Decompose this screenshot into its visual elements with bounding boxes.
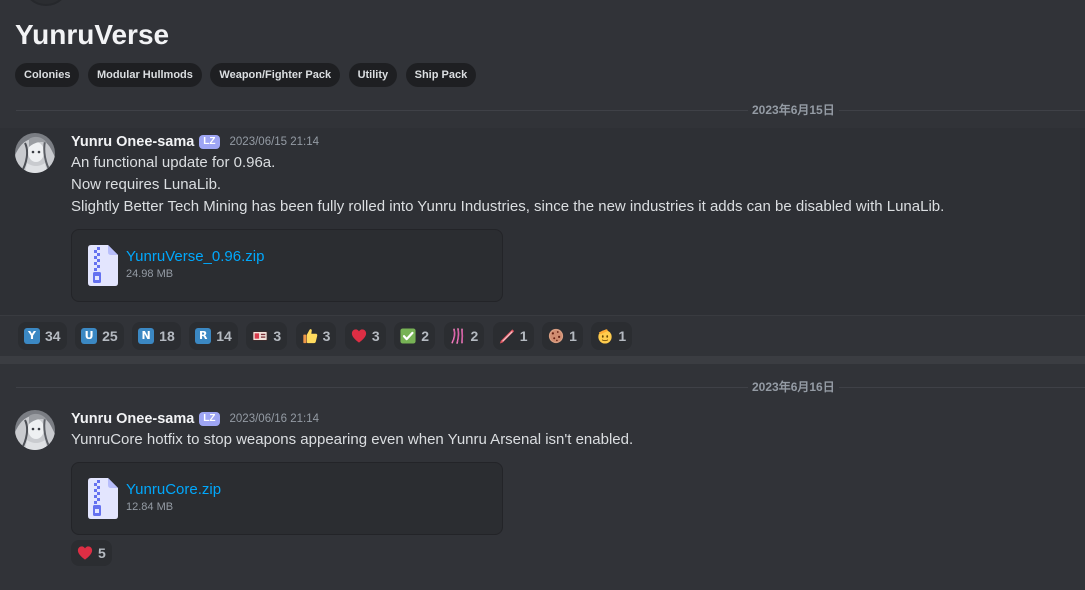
- zip-file-icon: [88, 245, 118, 286]
- reaction-count: 14: [216, 328, 232, 344]
- file-size: 24.98 MB: [126, 268, 174, 280]
- reaction-bar: 5: [71, 540, 112, 566]
- thread-owner-avatar: [22, 0, 70, 6]
- reaction-count: 5: [98, 545, 106, 561]
- reaction-count: 1: [519, 328, 528, 344]
- check-mark-icon: [400, 328, 416, 344]
- heart-icon: [77, 545, 93, 561]
- message-line: Now requires LunaLib.: [71, 176, 222, 193]
- starter-separator: [0, 356, 1085, 364]
- message: Yunru Onee-sama LZ 2023/06/16 21:14 Yunr…: [0, 405, 1085, 575]
- zip-file-icon: [88, 478, 118, 519]
- reaction-regional-indicator-r[interactable]: R 14: [189, 322, 238, 350]
- message-content: YunruCore hotfix to stop weapons appeari…: [71, 429, 633, 451]
- reaction-regional-indicator-u[interactable]: U 25: [75, 322, 124, 350]
- thread-title: YunruVerse: [15, 19, 170, 50]
- reaction-heart[interactable]: 5: [71, 540, 112, 566]
- thread-tags: Colonies Modular Hullmods Weapon/Fighter…: [15, 63, 477, 87]
- date-divider-label: 2023年6月15日: [748, 102, 839, 118]
- message-header: Yunru Onee-sama LZ 2023/06/16 21:14: [71, 409, 319, 429]
- file-download-link[interactable]: YunruVerse_0.96.zip: [126, 247, 264, 267]
- author-name[interactable]: Yunru Onee-sama: [71, 409, 194, 429]
- file-attachment: YunruVerse_0.96.zip 24.98 MB: [71, 229, 503, 302]
- regional-indicator-y-icon: Y: [24, 328, 40, 344]
- cookie-icon: [548, 328, 564, 344]
- reaction-heart[interactable]: 3: [344, 322, 386, 350]
- tag-utility[interactable]: Utility: [348, 63, 398, 87]
- reaction-regional-indicator-y[interactable]: Y 34: [18, 322, 67, 350]
- message-line: An functional update for 0.96a.: [71, 154, 276, 171]
- regional-indicator-n-icon: N: [138, 328, 155, 344]
- file-size: 12.84 MB: [126, 501, 174, 513]
- reaction-count: 3: [371, 328, 380, 344]
- claw-marks-icon: [450, 328, 466, 344]
- reaction-count: 3: [322, 328, 331, 344]
- message-content: An functional update for 0.96a. Now requ…: [71, 152, 944, 218]
- reaction-count: 3: [273, 328, 282, 344]
- role-badge: LZ: [199, 135, 220, 149]
- date-divider-label: 2023年6月16日: [748, 379, 839, 395]
- reaction-count: 34: [45, 328, 61, 344]
- reaction-count: 2: [470, 328, 479, 344]
- regional-indicator-r-icon: R: [195, 328, 212, 344]
- saluting-face-icon: [597, 328, 613, 344]
- reaction-white-check-mark[interactable]: 2: [394, 322, 435, 350]
- reaction-count: 25: [102, 328, 118, 344]
- user-avatar[interactable]: [15, 133, 55, 173]
- tag-weapon-fighter-pack[interactable]: Weapon/Fighter Pack: [210, 63, 341, 87]
- reaction-bar: Y 34 U 25 N 18 R 14 3 3 3 2 2 1 1 1: [18, 322, 633, 350]
- regional-indicator-u-icon: U: [81, 328, 98, 344]
- message-line: YunruCore hotfix to stop weapons appeari…: [71, 431, 634, 448]
- thumbs-up-icon: [302, 328, 318, 344]
- user-avatar[interactable]: [15, 410, 55, 450]
- tag-colonies[interactable]: Colonies: [15, 63, 80, 87]
- custom-emoji-banner-icon: [252, 328, 268, 344]
- tag-ship-pack[interactable]: Ship Pack: [405, 63, 477, 87]
- heart-icon: [351, 328, 367, 344]
- message-timestamp: 2023/06/16 21:14: [229, 413, 320, 425]
- reaction-custom-emoji-claw-marks[interactable]: 2: [443, 322, 485, 350]
- message-timestamp: 2023/06/15 21:14: [229, 136, 320, 148]
- file-attachment: YunruCore.zip 12.84 MB: [71, 462, 503, 535]
- reaction-thumbs-up[interactable]: 3: [295, 322, 337, 350]
- reaction-custom-emoji-slash[interactable]: 1: [492, 322, 534, 350]
- date-divider-line: [16, 387, 1085, 388]
- message-line: Slightly Better Tech Mining has been ful…: [71, 198, 945, 215]
- slash-icon: [499, 328, 515, 344]
- reaction-count: 2: [421, 328, 429, 344]
- reaction-custom-emoji-banner[interactable]: 3: [246, 322, 288, 350]
- reaction-regional-indicator-n[interactable]: N 18: [132, 322, 181, 350]
- reaction-count: 1: [569, 328, 577, 344]
- reaction-count: 18: [159, 328, 175, 344]
- reaction-saluting-face[interactable]: 1: [591, 322, 633, 350]
- reaction-cookie[interactable]: 1: [542, 322, 583, 350]
- tag-modular-hullmods[interactable]: Modular Hullmods: [87, 63, 202, 87]
- file-download-link[interactable]: YunruCore.zip: [126, 480, 221, 500]
- date-divider-line: [16, 110, 1085, 111]
- reaction-count: 1: [618, 328, 627, 344]
- message-starter: Yunru Onee-sama LZ 2023/06/15 21:14 An f…: [0, 128, 1085, 316]
- message-header: Yunru Onee-sama LZ 2023/06/15 21:14: [71, 132, 319, 152]
- role-badge: LZ: [199, 412, 220, 426]
- author-name[interactable]: Yunru Onee-sama: [71, 132, 194, 152]
